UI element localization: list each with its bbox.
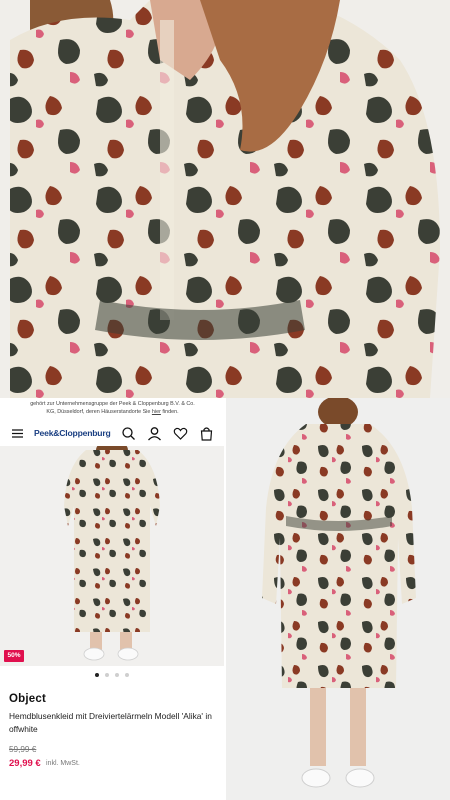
notice-line-2: KG, Düsseldorf, deren Häuserstandorte Si… [46,409,152,416]
vat-note: inkl. MwSt. [46,760,80,767]
app-header: Peek&Cloppenburg [0,422,225,446]
account-icon[interactable] [146,425,163,442]
product-image[interactable] [0,446,225,666]
product-full-length-image [226,398,450,800]
gallery-dot[interactable] [125,673,129,677]
stores-link[interactable]: hier [152,409,161,415]
discount-badge: 50% [4,650,24,662]
gallery-dot[interactable] [105,673,109,677]
notice-line-1: gehört zur Unternehmensgruppe der Peek &… [30,401,195,407]
search-icon[interactable] [120,425,137,442]
gallery-pagination[interactable] [95,673,135,679]
sale-price: 29,99 € [9,758,41,769]
notice-line-2-end: finden. [160,409,179,416]
menu-icon[interactable] [9,425,26,442]
company-notice: gehört zur Unternehmensgruppe der Peek &… [6,400,219,416]
brand-logo[interactable]: Peek&Cloppenburg [34,428,111,438]
mobile-product-page: gehört zur Unternehmensgruppe der Peek &… [0,398,225,800]
wishlist-icon[interactable] [172,425,189,442]
product-brand[interactable]: Object [9,693,46,705]
old-price: 59,99 € [9,745,37,754]
bag-icon[interactable] [198,425,215,442]
gallery-dot[interactable] [115,673,119,677]
product-detail-zoom-image [0,0,450,398]
product-name: Hemdblusenkleid mit Dreiviertelärmeln Mo… [9,711,212,734]
gallery-dot-active[interactable] [95,673,99,677]
